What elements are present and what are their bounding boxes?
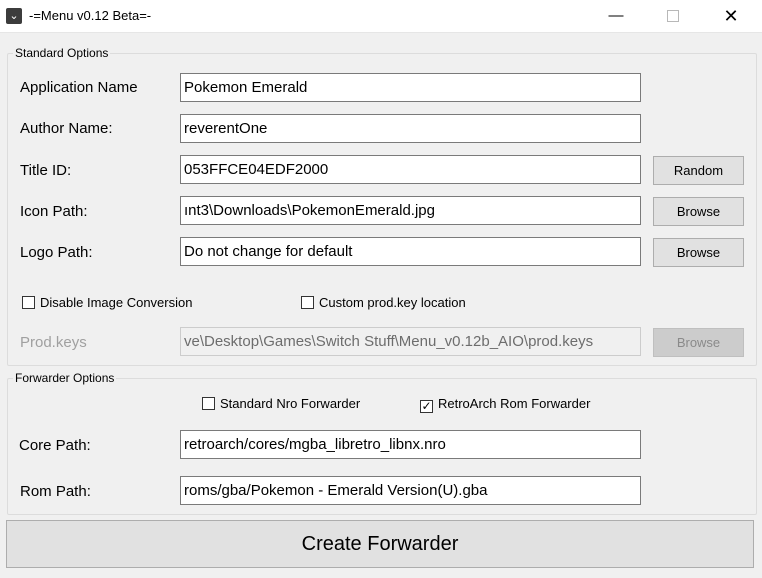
- disable-image-conversion-checkbox[interactable]: Disable Image Conversion: [22, 294, 192, 312]
- icon-path-field[interactable]: ınt3\Downloads\PokemonEmerald.jpg: [180, 196, 641, 225]
- app-icon: ⌄: [6, 8, 22, 24]
- forwarder-options-legend: Forwarder Options: [15, 371, 115, 385]
- author-name-label: Author Name:: [20, 120, 113, 137]
- icon-browse-button[interactable]: Browse: [653, 197, 744, 226]
- application-name-field[interactable]: Pokemon Emerald: [180, 73, 641, 102]
- retroarch-rom-forwarder-label: RetroArch Rom Forwarder: [438, 396, 591, 411]
- minimize-icon: —: [608, 7, 624, 24]
- rom-path-field[interactable]: roms/gba/Pokemon - Emerald Version(U).gb…: [180, 476, 641, 505]
- title-id-field[interactable]: 053FFCE04EDF2000: [180, 155, 641, 184]
- author-name-field[interactable]: reverentOne: [180, 114, 641, 143]
- checkmark-icon: ✓: [420, 399, 433, 413]
- custom-prodkey-label: Custom prod.key location: [319, 295, 466, 310]
- prod-keys-field: ve\Desktop\Games\Switch Stuff\Menu_v0.12…: [180, 327, 641, 356]
- prod-keys-browse-button: Browse: [653, 328, 744, 357]
- core-path-label: Core Path:: [19, 437, 91, 454]
- custom-prodkey-checkbox[interactable]: Custom prod.key location: [301, 294, 466, 312]
- logo-path-field[interactable]: Do not change for default: [180, 237, 641, 266]
- maximize-icon: [667, 10, 679, 23]
- standard-options-legend: Standard Options: [15, 46, 109, 60]
- core-path-field[interactable]: retroarch/cores/mgba_libretro_libnx.nro: [180, 430, 641, 459]
- rom-path-label: Rom Path:: [20, 483, 91, 500]
- close-button[interactable]: ✕: [708, 0, 754, 32]
- minimize-button[interactable]: —: [593, 0, 639, 32]
- close-icon: ✕: [723, 6, 739, 26]
- logo-browse-button[interactable]: Browse: [653, 238, 744, 267]
- checkbox-box: [202, 397, 215, 410]
- prod-keys-label: Prod.keys: [20, 334, 87, 351]
- logo-path-label: Logo Path:: [20, 244, 93, 261]
- standard-nro-forwarder-checkbox[interactable]: Standard Nro Forwarder: [202, 395, 360, 413]
- checkbox-box: [301, 296, 314, 309]
- checkbox-box: [22, 296, 35, 309]
- title-bar: ⌄ -=Menu v0.12 Beta=- — ✕: [0, 0, 762, 33]
- title-id-label: Title ID:: [20, 162, 72, 179]
- maximize-button[interactable]: [650, 0, 696, 32]
- icon-path-label: Icon Path:: [20, 203, 88, 220]
- retroarch-rom-forwarder-checkbox[interactable]: ✓ RetroArch Rom Forwarder: [420, 395, 590, 413]
- application-name-label: Application Name: [20, 79, 138, 96]
- create-forwarder-button[interactable]: Create Forwarder: [6, 520, 754, 568]
- random-button[interactable]: Random: [653, 156, 744, 185]
- window-title: -=Menu v0.12 Beta=-: [29, 8, 152, 23]
- standard-nro-forwarder-label: Standard Nro Forwarder: [220, 396, 361, 411]
- disable-image-conversion-label: Disable Image Conversion: [40, 295, 193, 310]
